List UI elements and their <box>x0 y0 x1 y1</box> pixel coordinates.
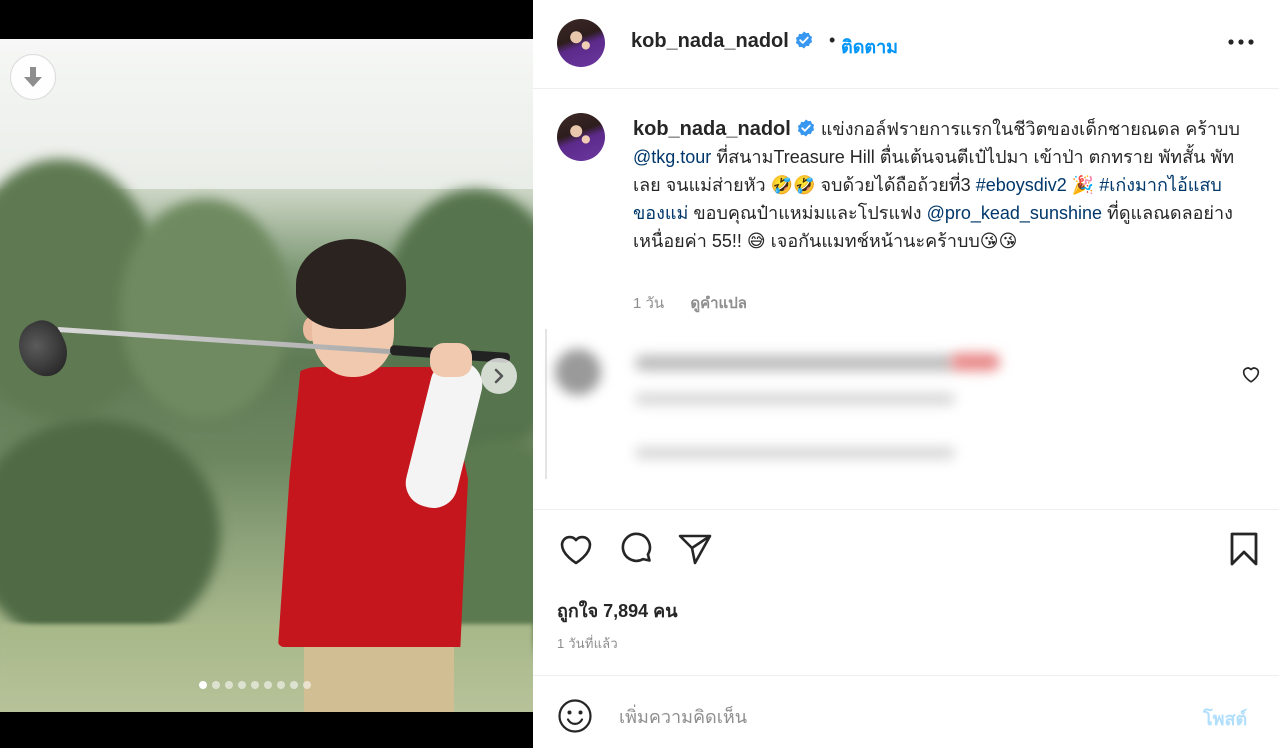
more-options-icon[interactable] <box>1226 30 1256 54</box>
carousel-dot <box>264 681 272 689</box>
post-photo <box>0 39 533 712</box>
comment-item <box>545 329 1260 479</box>
see-translation-button[interactable]: ดูคำแปล <box>690 295 747 312</box>
carousel-dot <box>238 681 246 689</box>
carousel-dot <box>290 681 298 689</box>
post-caption: kob_nada_nadol แข่งกอล์ฟรายการแรกในชีวิต… <box>633 115 1253 255</box>
carousel-next-button[interactable] <box>481 358 517 394</box>
heart-icon[interactable] <box>557 530 595 568</box>
header-username[interactable]: kob_nada_nadol <box>631 30 813 53</box>
bookmark-icon[interactable] <box>1225 530 1263 568</box>
post-timestamp[interactable]: 1 วันที่แล้ว <box>557 633 618 654</box>
post-comment-button[interactable]: โพสต์ <box>1203 704 1247 733</box>
comments-section: kob_nada_nadol แข่งกอล์ฟรายการแรกในชีวิต… <box>533 89 1279 509</box>
avatar[interactable] <box>557 19 605 67</box>
hashtag-link[interactable]: #eboysdiv2 <box>976 175 1067 195</box>
mention-link[interactable]: @tkg.tour <box>633 147 711 167</box>
verified-badge-icon <box>795 31 812 49</box>
carousel-dot <box>303 681 311 689</box>
follow-button[interactable]: ติดตาม <box>841 32 898 61</box>
comment-icon[interactable] <box>617 530 655 568</box>
emoji-icon[interactable] <box>557 698 593 734</box>
comment-like-icon[interactable] <box>1240 363 1262 385</box>
caption-text: แข่งกอล์ฟรายการแรกในชีวิตของเด็กชายณดล ค… <box>820 119 1240 139</box>
post-sidebar: kob_nada_nadol • ติดตาม kob_nada_nadol แ… <box>533 0 1279 748</box>
add-comment-bar: โพสต์ <box>533 675 1279 749</box>
caption-text: ขอบคุณป๋าแหม่มและโปรแฟง <box>688 203 927 223</box>
caption-meta: 1 วัน ดูคำแปล <box>633 291 769 315</box>
carousel-dot <box>277 681 285 689</box>
mention-link[interactable]: @pro_kead_sunshine <box>927 203 1102 223</box>
post-media <box>0 0 533 748</box>
carousel-dot <box>212 681 220 689</box>
header-separator: • <box>829 30 836 50</box>
chevron-right-icon <box>494 368 504 384</box>
carousel-dot <box>225 681 233 689</box>
carousel-indicator <box>199 681 311 689</box>
post-header: kob_nada_nadol • ติดตาม <box>533 0 1279 89</box>
comment-input[interactable] <box>617 700 1141 734</box>
carousel-dot <box>251 681 259 689</box>
caption-avatar[interactable] <box>557 113 605 161</box>
carousel-dot <box>199 681 207 689</box>
post-actions: ถูกใจ 7,894 คน 1 วันที่แล้ว <box>533 509 1279 676</box>
download-button[interactable] <box>10 54 56 100</box>
likes-count[interactable]: ถูกใจ 7,894 คน <box>557 596 678 625</box>
caption-emoji: 🎉 <box>1066 175 1100 195</box>
download-icon <box>24 67 42 87</box>
verified-badge-icon <box>797 119 814 137</box>
caption-username[interactable]: kob_nada_nadol <box>633 118 815 140</box>
caption-age: 1 วัน <box>633 295 665 312</box>
share-icon[interactable] <box>676 530 714 568</box>
